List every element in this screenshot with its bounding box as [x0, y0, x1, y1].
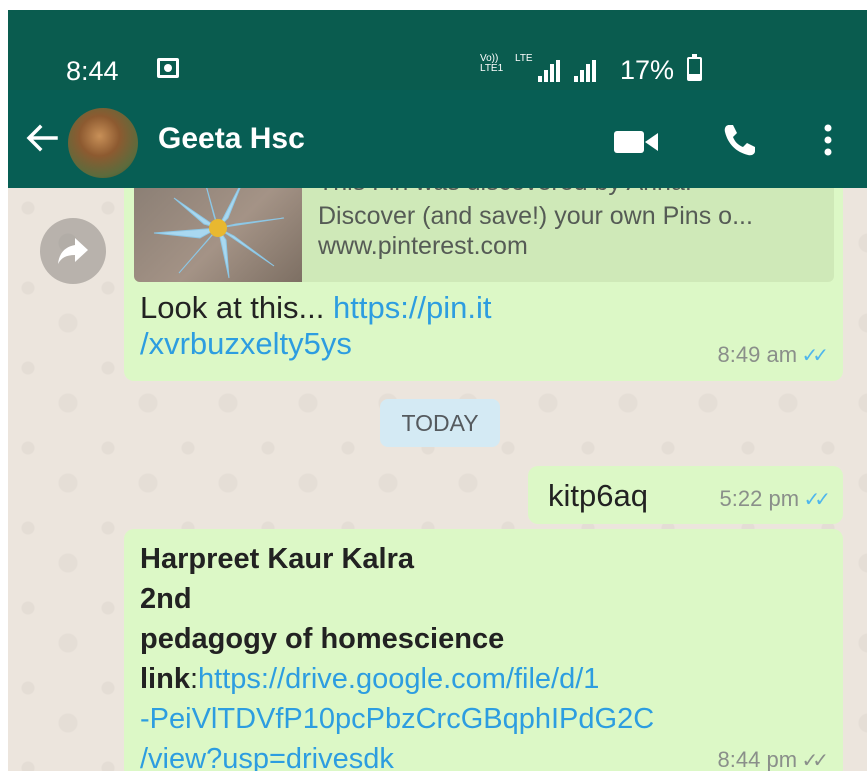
- message-bubble-outgoing[interactable]: kitp6aq 5:22 pm ✓✓: [528, 466, 843, 524]
- double-check-icon: ✓✓: [803, 489, 830, 511]
- status-time: 8:44: [66, 56, 119, 86]
- video-call-icon[interactable]: [612, 126, 662, 156]
- link-label: link: [140, 663, 190, 695]
- voice-call-icon[interactable]: [720, 120, 760, 160]
- link-preview[interactable]: This Pin was discovered by Anna. Discove…: [134, 188, 834, 282]
- forward-button[interactable]: [40, 218, 106, 284]
- message-time: 8:49 am: [717, 342, 798, 367]
- battery-percent: 17%: [620, 55, 675, 85]
- gallery-icon: [157, 58, 179, 78]
- signal-icon: [538, 58, 568, 82]
- message-text: Look at this... https://pin.it /xvrbuzxe…: [140, 290, 492, 362]
- flower-image: [153, 188, 285, 279]
- back-arrow-icon[interactable]: [22, 118, 62, 158]
- message-line: 2nd: [140, 583, 192, 615]
- forward-icon: [58, 238, 88, 264]
- preview-domain: www.pinterest.com: [318, 232, 528, 260]
- avatar[interactable]: [68, 108, 138, 178]
- preview-description-line-2: Discover (and save!) your own Pins o...: [318, 202, 753, 230]
- lte-label: LTE: [515, 53, 533, 64]
- message-meta: 8:44 pm ✓✓: [717, 747, 829, 771]
- volte-indicator: Vo)) LTE1: [480, 54, 503, 74]
- drive-link[interactable]: https://drive.google.com/file/d/1: [198, 663, 599, 695]
- chat-area[interactable]: This Pin was discovered by Anna. Discove…: [8, 188, 867, 771]
- double-check-icon: ✓✓: [801, 750, 828, 771]
- drive-link-continued[interactable]: -PeiVlTDVfP10pcPbzCrcGBqphIPdG2C: [140, 703, 654, 735]
- message-bubble-incoming[interactable]: Harpreet Kaur Kalra 2nd pedagogy of home…: [124, 529, 843, 771]
- message-link[interactable]: https://pin.it: [333, 290, 492, 325]
- preview-thumbnail: [134, 188, 302, 282]
- message-line: Harpreet Kaur Kalra: [140, 543, 414, 575]
- drive-link-continued[interactable]: /view?usp=drivesdk: [140, 743, 394, 771]
- message-text: Harpreet Kaur Kalra 2nd pedagogy of home…: [140, 539, 830, 771]
- contact-name[interactable]: Geeta Hsc: [158, 122, 305, 156]
- message-text: kitp6aq: [548, 478, 648, 513]
- double-check-icon: ✓✓: [801, 345, 828, 367]
- link-separator: :: [189, 663, 199, 695]
- preview-description-line-1: This Pin was discovered by Anna.: [318, 188, 692, 197]
- lte1-label: LTE1: [480, 63, 504, 74]
- message-time: 8:44 pm: [717, 747, 798, 771]
- message-body: Look at this...: [140, 290, 333, 325]
- message-meta: 8:49 am ✓✓: [717, 342, 829, 368]
- message-bubble-incoming[interactable]: This Pin was discovered by Anna. Discove…: [124, 188, 843, 381]
- signal-icon: [574, 58, 604, 82]
- message-time: 5:22 pm: [719, 486, 800, 511]
- message-meta: 5:22 pm ✓✓: [719, 486, 831, 512]
- top-margin: [0, 0, 867, 10]
- status-bar: 8:44 Vo)) LTE1 LTE 17%: [8, 10, 867, 90]
- chat-header: Geeta Hsc: [8, 90, 867, 188]
- message-line: pedagogy of homescience: [140, 623, 505, 655]
- more-options-icon[interactable]: [818, 120, 838, 160]
- battery-icon: [687, 54, 702, 81]
- message-link-continued[interactable]: /xvrbuzxelty5ys: [140, 326, 352, 361]
- date-divider: TODAY: [380, 399, 500, 447]
